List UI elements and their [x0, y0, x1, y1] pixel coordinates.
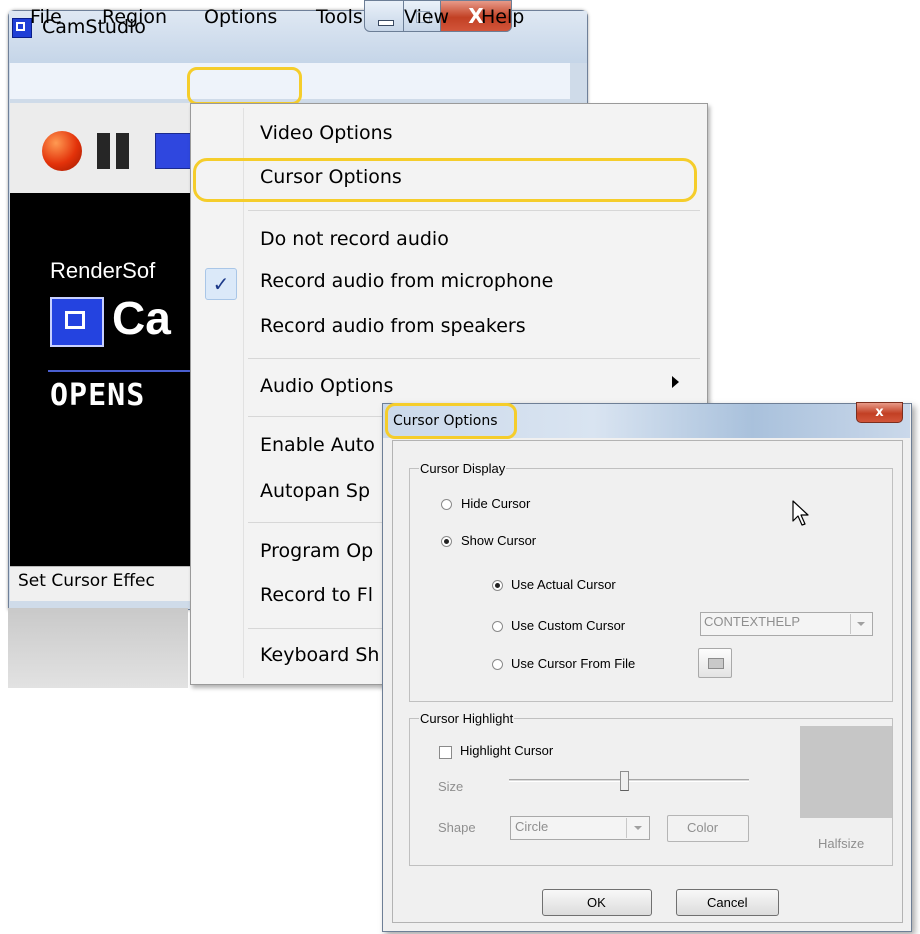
use-custom-cursor-radio[interactable]: [492, 621, 503, 632]
chevron-down-icon[interactable]: [850, 614, 871, 634]
menu-item-video-options[interactable]: Video Options: [260, 122, 393, 144]
use-custom-cursor-label[interactable]: Use Custom Cursor: [511, 618, 625, 633]
menu-region[interactable]: Region: [102, 6, 167, 28]
ok-button-label: OK: [587, 895, 606, 910]
dialog-close-button[interactable]: x: [856, 402, 903, 423]
menu-item-autopan-speed[interactable]: Autopan Sp: [260, 480, 370, 502]
preview-divider: [48, 370, 190, 372]
preview-brand-text: RenderSof: [50, 258, 156, 283]
preview-subtitle: OPENS: [50, 378, 146, 413]
menu-item-keyboard-shortcuts[interactable]: Keyboard Sh: [260, 644, 379, 666]
shape-label: Shape: [438, 820, 476, 835]
camstudio-app-icon[interactable]: [12, 18, 32, 38]
open-cursor-file-button[interactable]: [698, 648, 732, 678]
custom-cursor-value: CONTEXTHELP: [704, 614, 801, 629]
checkmark-icon: ✓: [205, 268, 237, 300]
highlight-preview-swatch: [800, 726, 892, 818]
menu-item-do-not-record-audio[interactable]: Do not record audio: [260, 228, 449, 250]
show-cursor-label[interactable]: Show Cursor: [461, 533, 536, 548]
menu-item-enable-autopan[interactable]: Enable Auto: [260, 434, 375, 456]
camstudio-logo-icon: [50, 297, 104, 347]
chevron-down-icon[interactable]: [626, 818, 648, 838]
dialog-title-highlight-ring: [385, 403, 517, 439]
highlight-cursor-label[interactable]: Highlight Cursor: [460, 743, 553, 758]
use-actual-cursor-label[interactable]: Use Actual Cursor: [511, 577, 616, 592]
cancel-button-label: Cancel: [707, 895, 748, 910]
stop-icon[interactable]: [155, 133, 191, 169]
size-slider-thumb[interactable]: [619, 771, 629, 791]
size-label: Size: [438, 779, 464, 794]
cursor-display-label: Cursor Display: [419, 461, 507, 476]
menu-file[interactable]: File: [30, 6, 62, 28]
cursor-options-highlight-ring: [193, 158, 697, 202]
menu-item-program-options[interactable]: Program Op: [260, 540, 373, 562]
menu-item-record-microphone[interactable]: Record audio from microphone: [260, 270, 553, 292]
use-actual-cursor-radio[interactable]: [492, 580, 503, 591]
close-icon: x: [875, 405, 884, 420]
menu-options[interactable]: Options: [204, 6, 277, 28]
submenu-arrow-icon: [672, 376, 679, 388]
show-cursor-radio[interactable]: [441, 536, 452, 547]
highlight-cursor-checkbox[interactable]: [439, 746, 452, 759]
hide-cursor-radio[interactable]: [441, 499, 452, 510]
size-slider-track[interactable]: [509, 779, 749, 782]
record-icon[interactable]: [42, 131, 82, 171]
menu-separator: [248, 210, 700, 211]
options-menu-highlight-ring: [187, 67, 302, 105]
color-button-label: Color: [687, 820, 719, 835]
cursor-highlight-label: Cursor Highlight: [419, 711, 515, 726]
minimize-button[interactable]: [364, 0, 404, 32]
halfsize-label: Halfsize: [818, 836, 865, 851]
preview-logo-text: Ca: [112, 292, 171, 344]
status-text: Set Cursor Effec: [18, 571, 155, 591]
use-cursor-from-file-radio[interactable]: [492, 659, 503, 670]
mouse-pointer-icon: [792, 500, 809, 526]
menu-view[interactable]: View: [404, 6, 449, 28]
folder-open-icon: [708, 658, 724, 669]
menu-item-audio-options[interactable]: Audio Options: [260, 375, 393, 397]
menu-item-record-to-flash[interactable]: Record to Fl: [260, 584, 373, 606]
menu-tools[interactable]: Tools: [316, 6, 363, 28]
desktop-background: [8, 608, 188, 688]
minimize-icon: [378, 20, 394, 26]
menu-item-record-speakers[interactable]: Record audio from speakers: [260, 315, 526, 337]
hide-cursor-label[interactable]: Hide Cursor: [461, 496, 530, 511]
menu-help[interactable]: Help: [481, 6, 524, 28]
pause-icon[interactable]: [97, 133, 131, 169]
shape-value: Circle: [515, 819, 549, 834]
menu-separator: [248, 358, 700, 359]
use-cursor-from-file-label[interactable]: Use Cursor From File: [511, 656, 635, 671]
